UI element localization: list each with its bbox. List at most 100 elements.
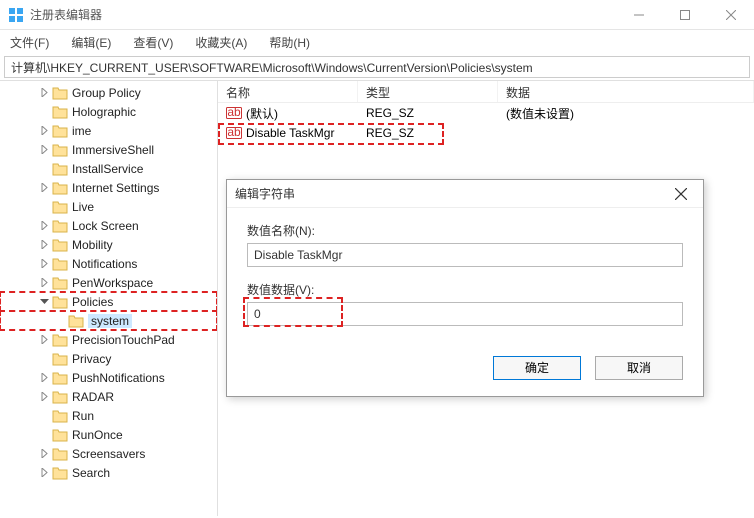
cell-type: REG_SZ [358, 126, 498, 140]
tree-item[interactable]: Live [0, 197, 217, 216]
folder-icon [52, 428, 68, 442]
dialog-buttons: 确定 取消 [227, 356, 703, 396]
folder-icon [52, 295, 68, 309]
tree-item[interactable]: Search [0, 463, 217, 482]
expander-icon[interactable] [38, 126, 50, 135]
tree-item[interactable]: Policies [0, 292, 217, 311]
folder-icon [52, 105, 68, 119]
dialog-close-button[interactable] [667, 180, 695, 208]
expander-icon[interactable] [38, 392, 50, 401]
tree-item[interactable]: Mobility [0, 235, 217, 254]
col-type[interactable]: 类型 [358, 81, 498, 102]
tree-item[interactable]: Lock Screen [0, 216, 217, 235]
tree-item[interactable]: RunOnce [0, 425, 217, 444]
expander-icon[interactable] [38, 145, 50, 154]
folder-icon [52, 409, 68, 423]
tree-item[interactable]: ImmersiveShell [0, 140, 217, 159]
window-title: 注册表编辑器 [30, 6, 616, 23]
address-bar[interactable]: 计算机\HKEY_CURRENT_USER\SOFTWARE\Microsoft… [4, 56, 750, 78]
tree-item-label: Group Policy [72, 86, 141, 100]
tree-item[interactable]: Holographic [0, 102, 217, 121]
tree-item[interactable]: Internet Settings [0, 178, 217, 197]
folder-icon [52, 143, 68, 157]
folder-icon [68, 314, 84, 328]
tree-item-label: InstallService [72, 162, 143, 176]
value-data-label: 数值数据(V): [247, 281, 683, 298]
tree-item-label: Live [72, 200, 94, 214]
tree-item-label: Internet Settings [72, 181, 159, 195]
tree-item-label: Holographic [72, 105, 136, 119]
tree-item[interactable]: Privacy [0, 349, 217, 368]
close-button[interactable] [708, 0, 754, 30]
menu-edit[interactable]: 编辑(E) [67, 32, 115, 53]
col-data[interactable]: 数据 [498, 81, 754, 102]
tree-item[interactable]: system [0, 311, 217, 330]
menu-view[interactable]: 查看(V) [129, 32, 177, 53]
expander-icon[interactable] [38, 449, 50, 458]
folder-icon [52, 447, 68, 461]
tree-pane[interactable]: Group Policy Holographic ime ImmersiveShell… [0, 81, 218, 516]
tree-item[interactable]: Screensavers [0, 444, 217, 463]
expander-icon[interactable] [38, 221, 50, 230]
list-row[interactable]: ab Disable TaskMgr REG_SZ [218, 123, 754, 143]
folder-icon [52, 86, 68, 100]
window-controls [616, 0, 754, 30]
list-pane: 名称 类型 数据 ab (默认) REG_SZ(数值未设置) ab Disable Ta… [218, 81, 754, 516]
cancel-button[interactable]: 取消 [595, 356, 683, 380]
minimize-button[interactable] [616, 0, 662, 30]
tree-item-label: RADAR [72, 390, 114, 404]
maximize-button[interactable] [662, 0, 708, 30]
cell-name-text: Disable TaskMgr [246, 126, 334, 140]
cell-name: ab Disable TaskMgr [218, 125, 358, 141]
folder-icon [52, 466, 68, 480]
cell-name-text: (默认) [246, 105, 278, 122]
tree-item-label: Mobility [72, 238, 113, 252]
list-header: 名称 类型 数据 [218, 81, 754, 103]
svg-text:ab: ab [227, 105, 241, 119]
menu-favorites[interactable]: 收藏夹(A) [191, 32, 251, 53]
cell-data: (数值未设置) [498, 105, 754, 122]
expander-icon[interactable] [38, 373, 50, 382]
tree-item-label: RunOnce [72, 428, 123, 442]
tree-item[interactable]: ime [0, 121, 217, 140]
main-split: Group Policy Holographic ime ImmersiveShell… [0, 80, 754, 516]
folder-icon [52, 124, 68, 138]
cell-type: REG_SZ [358, 106, 498, 120]
value-name-input[interactable] [247, 243, 683, 267]
expander-icon[interactable] [38, 183, 50, 192]
expander-icon[interactable] [38, 278, 50, 287]
expander-icon[interactable] [38, 88, 50, 97]
tree-item-label: Search [72, 466, 110, 480]
string-value-icon: ab [226, 125, 242, 141]
dialog-body: 数值名称(N): 数值数据(V): [227, 208, 703, 356]
expander-icon[interactable] [38, 297, 50, 306]
expander-icon[interactable] [38, 259, 50, 268]
ok-button[interactable]: 确定 [493, 356, 581, 380]
folder-icon [52, 352, 68, 366]
tree-item-label: ime [72, 124, 91, 138]
tree-item[interactable]: Notifications [0, 254, 217, 273]
expander-icon[interactable] [38, 240, 50, 249]
menu-file[interactable]: 文件(F) [6, 32, 53, 53]
tree-item-label: Run [72, 409, 94, 423]
value-data-input[interactable] [247, 302, 683, 326]
tree-item-label: ImmersiveShell [72, 143, 154, 157]
tree-item[interactable]: Group Policy [0, 83, 217, 102]
menu-help[interactable]: 帮助(H) [265, 32, 314, 53]
folder-icon [52, 200, 68, 214]
folder-icon [52, 276, 68, 290]
tree-item-label: PenWorkspace [72, 276, 153, 290]
tree-item[interactable]: PenWorkspace [0, 273, 217, 292]
tree-item[interactable]: PushNotifications [0, 368, 217, 387]
tree-item[interactable]: InstallService [0, 159, 217, 178]
tree-item-label: system [88, 314, 132, 328]
tree-item[interactable]: PrecisionTouchPad [0, 330, 217, 349]
list-row[interactable]: ab (默认) REG_SZ(数值未设置) [218, 103, 754, 123]
expander-icon[interactable] [38, 468, 50, 477]
string-value-icon: ab [226, 105, 242, 121]
tree-item[interactable]: Run [0, 406, 217, 425]
col-name[interactable]: 名称 [218, 81, 358, 102]
expander-icon[interactable] [38, 335, 50, 344]
tree-item[interactable]: RADAR [0, 387, 217, 406]
svg-text:ab: ab [227, 125, 241, 139]
